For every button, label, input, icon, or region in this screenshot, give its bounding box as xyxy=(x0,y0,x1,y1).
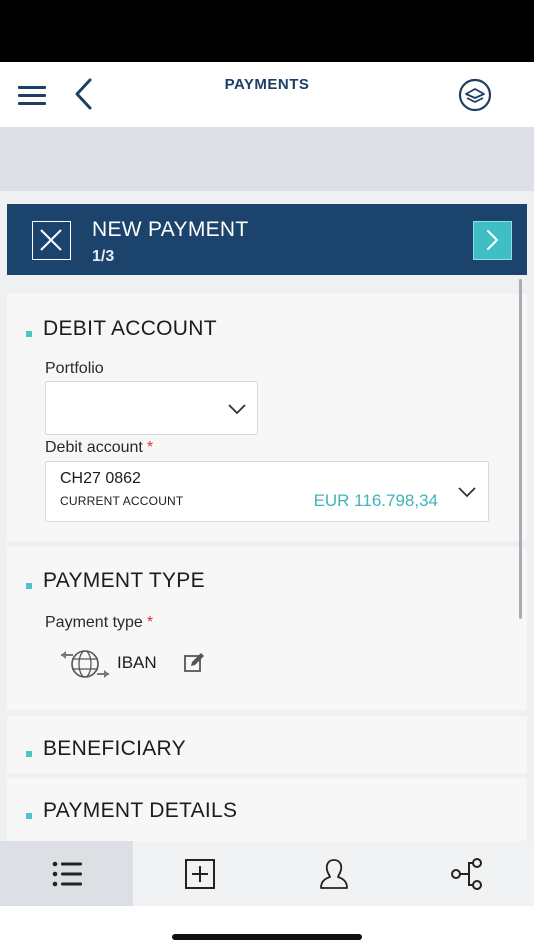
sub-header-band xyxy=(0,127,534,191)
payment-details-section[interactable]: PAYMENT DETAILS xyxy=(7,778,527,841)
debit-account-select[interactable]: CH27 0862 CURRENT ACCOUNT EUR 116.798,34 xyxy=(45,461,489,522)
beneficiary-section[interactable]: BENEFICIARY xyxy=(7,716,527,773)
account-balance: EUR 116.798,34 xyxy=(313,491,438,510)
globe-transfer-icon xyxy=(61,650,109,678)
bottom-tab-bar xyxy=(0,841,534,906)
scrollbar[interactable] xyxy=(519,279,522,619)
portfolio-label: Portfolio xyxy=(45,360,104,377)
section-title: PAYMENT TYPE xyxy=(43,569,205,592)
wizard-step-indicator: 1/3 xyxy=(92,248,115,265)
app-header: PAYMENTS xyxy=(0,62,534,127)
payment-type-label: Payment type * xyxy=(45,614,154,631)
chevron-right-icon[interactable] xyxy=(473,221,512,260)
section-title: BENEFICIARY xyxy=(43,737,186,760)
section-title: DEBIT ACCOUNT xyxy=(43,317,217,340)
wizard-title: NEW PAYMENT xyxy=(92,218,249,241)
home-indicator[interactable] xyxy=(172,934,362,940)
add-square-icon xyxy=(184,858,215,889)
debit-account-section: DEBIT ACCOUNT Portfolio Debit account * C… xyxy=(7,294,527,541)
section-bullet xyxy=(26,583,32,589)
section-bullet xyxy=(26,813,32,819)
home-indicator-area xyxy=(0,906,534,950)
chevron-down-icon xyxy=(458,487,476,498)
account-number: CH27 0862 xyxy=(60,470,141,487)
tab-contacts[interactable] xyxy=(267,841,400,906)
tab-new[interactable] xyxy=(133,841,266,906)
status-bar xyxy=(0,0,534,62)
share-icon xyxy=(450,857,482,890)
person-icon xyxy=(319,858,348,889)
portfolio-select[interactable] xyxy=(45,381,258,435)
payment-form: NEW PAYMENT 1/3 DEBIT ACCOUNT Portfolio … xyxy=(0,191,534,841)
account-type: CURRENT ACCOUNT xyxy=(60,494,184,508)
payment-type-value[interactable]: IBAN xyxy=(59,647,219,681)
debit-account-label: Debit account * xyxy=(45,439,154,456)
edit-icon[interactable] xyxy=(183,652,205,674)
chevron-left-icon[interactable] xyxy=(70,76,100,112)
chevron-down-icon xyxy=(228,404,246,415)
tab-list[interactable] xyxy=(0,841,133,906)
payment-type-iban: IBAN xyxy=(117,653,157,672)
hamburger-menu-icon[interactable] xyxy=(18,86,46,106)
wizard-header: NEW PAYMENT 1/3 xyxy=(7,204,527,275)
section-bullet xyxy=(26,331,32,337)
tab-share[interactable] xyxy=(400,841,533,906)
list-icon xyxy=(52,861,82,886)
section-bullet xyxy=(26,751,32,757)
section-title: PAYMENT DETAILS xyxy=(43,799,238,822)
close-icon[interactable] xyxy=(32,221,71,260)
portfolio-value xyxy=(54,394,104,418)
payment-type-section: PAYMENT TYPE Payment type * IBAN xyxy=(7,547,527,710)
bank-logo-icon[interactable] xyxy=(457,77,493,113)
